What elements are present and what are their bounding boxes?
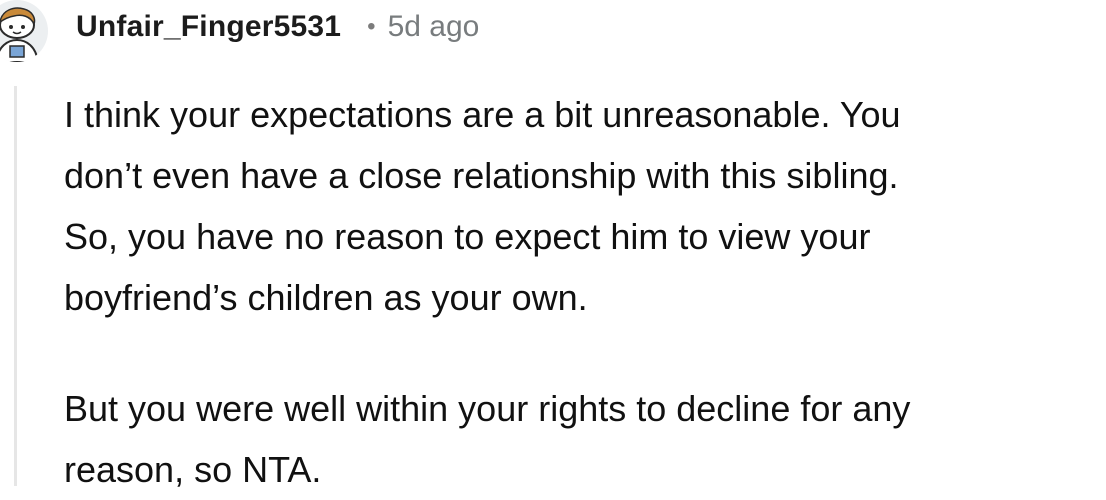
avatar[interactable] bbox=[0, 0, 48, 62]
comment-paragraph: But you were well within your rights to … bbox=[64, 388, 911, 490]
timestamp-link[interactable]: 5d ago bbox=[388, 10, 480, 44]
comment-paragraph: I think your expectations are a bit unre… bbox=[64, 94, 901, 318]
thread-collapse-line[interactable] bbox=[14, 86, 17, 486]
comment-header: Unfair_Finger5531 • 5d ago bbox=[76, 5, 479, 49]
snoo-avatar-icon bbox=[0, 0, 48, 62]
username-link[interactable]: Unfair_Finger5531 bbox=[76, 10, 341, 44]
meta-separator: • bbox=[367, 13, 376, 40]
comment-body: I think your expectations are a bit unre… bbox=[64, 84, 1094, 500]
comment: Unfair_Finger5531 • 5d ago I think your … bbox=[0, 0, 1106, 490]
